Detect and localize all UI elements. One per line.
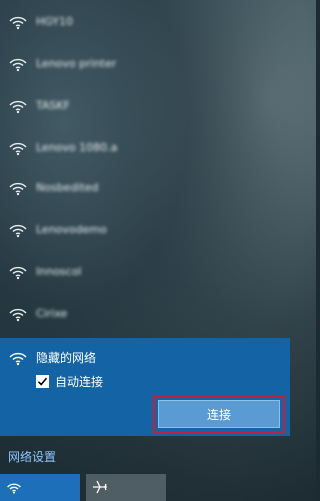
- selected-network-panel: 隐藏的网络 自动连接 连接: [0, 338, 290, 436]
- wifi-network-item[interactable]: Lenovo printer: [0, 42, 316, 84]
- network-name: Nosbedited: [36, 180, 99, 194]
- wifi-signal-icon: [8, 138, 28, 156]
- selected-network-name: 隐藏的网络: [36, 351, 97, 365]
- airplane-icon: [92, 479, 108, 495]
- network-name: Lenovodemo: [36, 222, 107, 236]
- network-name: Innoscol: [36, 264, 82, 278]
- wifi-signal-icon: [8, 304, 28, 322]
- network-name: HGY10: [36, 14, 73, 28]
- network-settings-link[interactable]: 网络设置: [8, 448, 56, 465]
- wifi-signal-icon: [8, 348, 28, 366]
- wifi-network-item[interactable]: HGY10: [0, 0, 316, 42]
- airplane-mode-tile[interactable]: [86, 474, 166, 501]
- auto-connect-row[interactable]: 自动连接: [36, 373, 103, 389]
- wifi-signal-icon: [8, 262, 28, 280]
- quick-action-tiles: [0, 474, 316, 501]
- wifi-network-item[interactable]: Innoscol: [0, 250, 316, 292]
- network-name: Cirixe: [36, 306, 68, 320]
- wifi-toggle-tile[interactable]: [0, 474, 80, 501]
- wifi-icon: [6, 479, 22, 495]
- network-name: Lenovo 1080.a: [36, 140, 118, 154]
- wifi-signal-icon: [8, 220, 28, 238]
- wifi-signal-icon: [8, 96, 28, 114]
- auto-connect-checkbox[interactable]: [36, 374, 49, 388]
- wifi-network-item[interactable]: Lenovo 1080.a: [0, 126, 316, 168]
- auto-connect-label: 自动连接: [55, 374, 104, 389]
- wifi-network-list: HGY10 Lenovo printer TASKF Lenovo 1080.a…: [0, 0, 316, 338]
- connect-button[interactable]: 连接: [158, 400, 280, 428]
- wifi-signal-icon: [8, 54, 28, 72]
- wifi-signal-icon: [8, 12, 28, 30]
- wifi-signal-icon: [8, 178, 28, 196]
- checkmark-icon: [37, 377, 48, 386]
- wifi-network-item[interactable]: Cirixe: [0, 292, 316, 334]
- wifi-network-item[interactable]: TASKF: [0, 84, 316, 126]
- network-name: Lenovo printer: [36, 56, 117, 70]
- network-name: TASKF: [36, 98, 70, 112]
- wifi-network-item[interactable]: Lenovodemo: [0, 208, 316, 250]
- wifi-network-item[interactable]: Nosbedited: [0, 166, 316, 208]
